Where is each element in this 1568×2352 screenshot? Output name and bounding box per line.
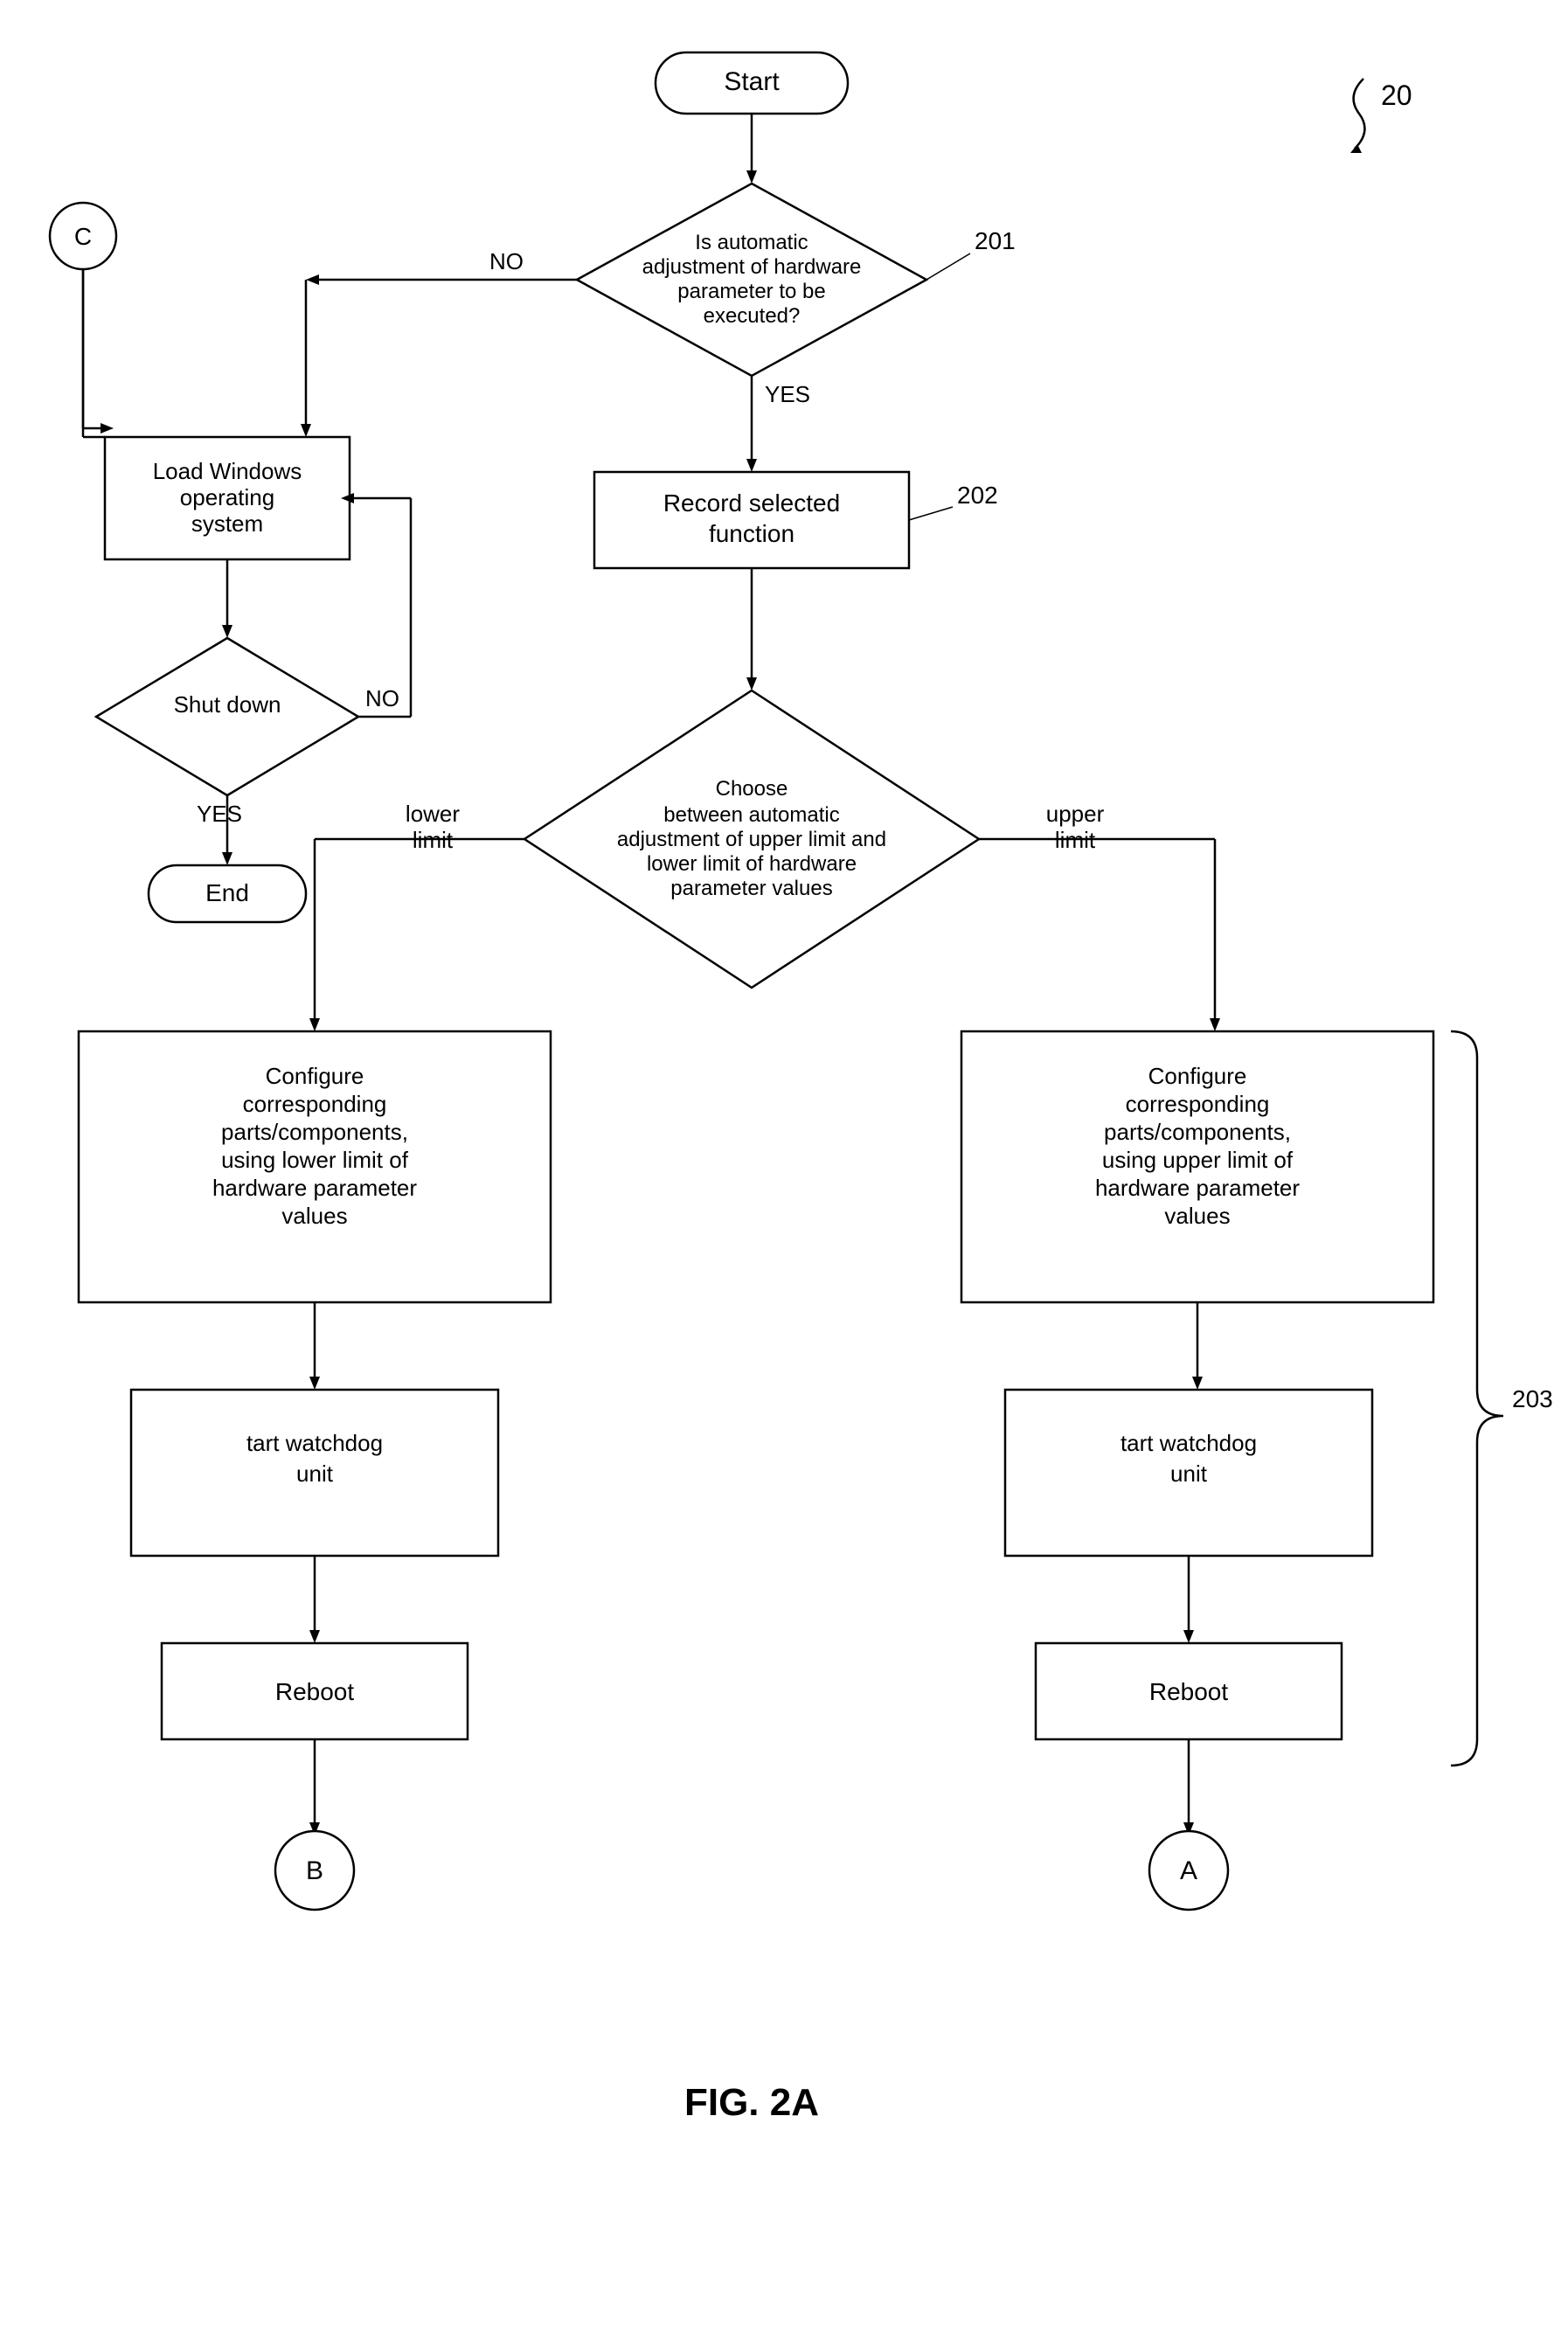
decision1-line4: executed?: [704, 304, 801, 328]
config-upper-l3: parts/components,: [1104, 1119, 1291, 1145]
config-upper-l1: Configure: [1148, 1063, 1247, 1089]
fig-label: FIG. 2A: [684, 2081, 819, 2124]
connector-a-label: A: [1180, 1856, 1197, 1885]
load-win-line1: Load Windows: [153, 458, 302, 484]
config-lower-l3: parts/components,: [221, 1119, 408, 1145]
decision1-line1: Is automatic: [695, 231, 808, 254]
upper-limit-label: upper: [1046, 801, 1105, 827]
ref202-label: 202: [957, 482, 998, 509]
choose-line1: Choose: [716, 777, 788, 801]
config-lower-l1: Configure: [266, 1063, 364, 1089]
yes-label2: YES: [197, 801, 242, 827]
config-lower-l6: values: [281, 1203, 347, 1229]
config-upper-l4: using upper limit of: [1102, 1147, 1294, 1173]
config-upper-l6: values: [1164, 1203, 1230, 1229]
lower-limit-label: lower: [406, 801, 460, 827]
choose-line4: lower limit of hardware: [647, 852, 857, 876]
watchdog-right-l1: tart watchdog: [1120, 1430, 1257, 1456]
brace-203: [1451, 1031, 1503, 1766]
reboot-right-label: Reboot: [1149, 1678, 1229, 1705]
config-upper-l5: hardware parameter: [1095, 1175, 1300, 1201]
choose-line2: between automatic: [663, 803, 839, 827]
choose-line5: parameter values: [670, 877, 832, 900]
watchdog-right-l2: unit: [1170, 1460, 1208, 1487]
yes-label1: YES: [765, 381, 810, 407]
diagram-container: 20 Start Is automatic adjustment of hard…: [0, 0, 1568, 2348]
shutdown-label: Shut down: [174, 691, 281, 718]
no-label2: NO: [365, 685, 399, 711]
decision1-line3: parameter to be: [677, 280, 825, 303]
watchdog-left-l1: tart watchdog: [246, 1430, 383, 1456]
config-lower-l2: corresponding: [243, 1091, 387, 1117]
config-upper-l2: corresponding: [1126, 1091, 1270, 1117]
ref203-label: 203: [1512, 1385, 1553, 1412]
choose-line3: adjustment of upper limit and: [617, 828, 886, 851]
record-line2: function: [709, 520, 794, 547]
watchdog-left-l2: unit: [296, 1460, 334, 1487]
connector-b-label: B: [306, 1856, 323, 1885]
no-label1: NO: [489, 248, 524, 274]
config-lower-l4: using lower limit of: [221, 1147, 409, 1173]
reboot-left-label: Reboot: [275, 1678, 355, 1705]
connector-c-label: C: [74, 223, 92, 250]
end-label: End: [205, 879, 249, 906]
load-win-line2: operating: [180, 484, 274, 510]
ref-20-label: 20: [1381, 80, 1412, 111]
config-lower-l5: hardware parameter: [212, 1175, 417, 1201]
ref201-label: 201: [975, 227, 1016, 254]
load-win-line3: system: [191, 510, 263, 537]
record-line1: Record selected: [663, 489, 840, 517]
start-label: Start: [724, 67, 780, 96]
decision1-line2: adjustment of hardware: [642, 255, 862, 279]
